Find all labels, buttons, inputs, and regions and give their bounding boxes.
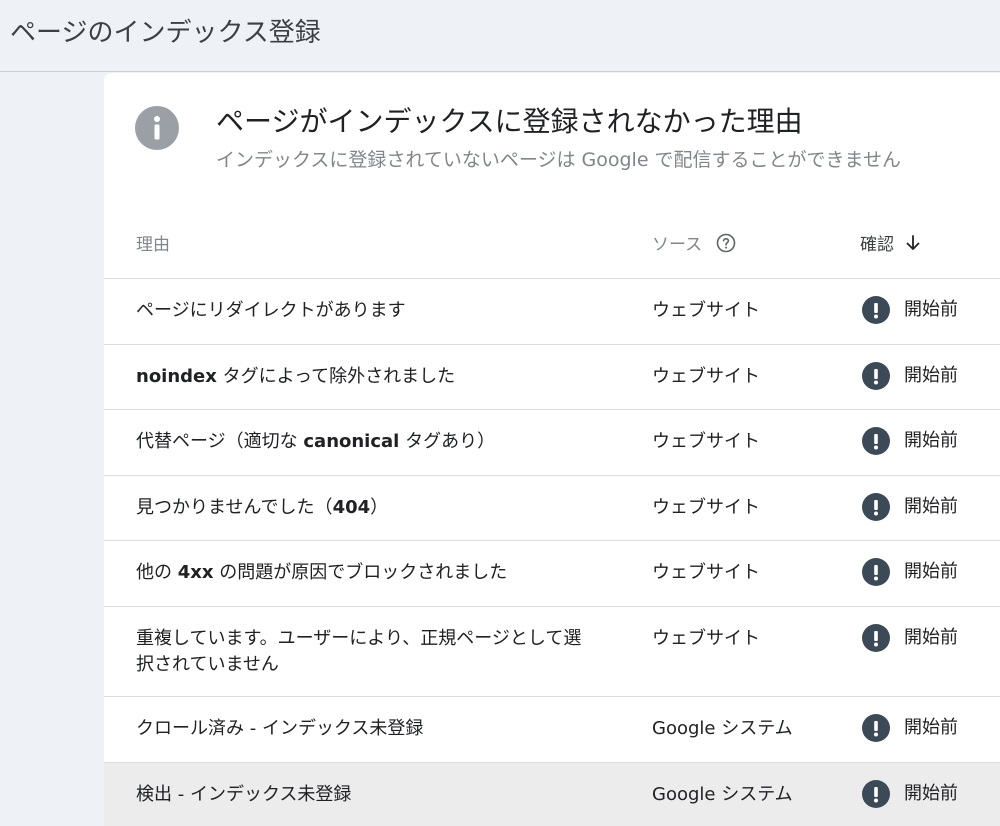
reason-text: タグによって除外されました (216, 366, 456, 387)
source-cell: ウェブサイト (652, 497, 760, 518)
exclamation-icon (862, 714, 890, 742)
verification-status: 開始前 (862, 624, 958, 652)
reason-cell: noindex タグによって除外されました (136, 364, 596, 390)
exclamation-icon (862, 493, 890, 521)
reason-code-text: 404 (332, 497, 371, 518)
column-header-verification[interactable]: 確認 (860, 230, 922, 255)
reason-code-text: noindex (136, 366, 217, 387)
exclamation-icon (862, 558, 890, 586)
source-cell: Google システム (652, 718, 793, 739)
source-cell: ウェブサイト (652, 562, 760, 583)
verification-status-label: 開始前 (904, 299, 958, 320)
card-title: ページがインデックスに登録されなかった理由 (216, 105, 803, 138)
reason-text: 見つかりませんでした（ (136, 497, 333, 518)
source-cell: ウェブサイト (652, 300, 760, 321)
reason-cell: 代替ページ（適切な canonical タグあり） (136, 429, 596, 455)
column-header-reason[interactable]: 理由 (136, 230, 170, 255)
card-subtitle: インデックスに登録されていないページは Google で配信することができません (216, 149, 901, 171)
reason-text: 代替ページ（適切な (136, 431, 304, 452)
verification-status-label: 開始前 (904, 783, 958, 804)
page-title: ページのインデックス登録 (10, 18, 321, 48)
sort-arrow-down-icon (904, 234, 922, 252)
verification-status: 開始前 (862, 296, 958, 324)
column-header-reason-label: 理由 (136, 235, 170, 255)
reason-text: 検出 - インデックス未登録 (136, 784, 352, 805)
verification-status-label: 開始前 (904, 717, 958, 738)
reason-text: ページにリダイレクトがあります (136, 300, 406, 321)
verification-status: 開始前 (862, 714, 958, 742)
reason-text: 重複しています。ユーザーにより、正規ページとして選択されていません (136, 628, 582, 675)
verification-status: 開始前 (862, 362, 958, 390)
verification-status-label: 開始前 (904, 365, 958, 386)
reason-cell: クロール済み - インデックス未登録 (136, 716, 596, 742)
exclamation-icon (862, 296, 890, 324)
table-row[interactable]: 他の 4xx の問題が原因でブロックされました ウェブサイト 開始前 (104, 541, 1000, 607)
page-header: ページのインデックス登録 (0, 0, 1000, 72)
reason-text: 他の (136, 562, 178, 583)
exclamation-icon (862, 624, 890, 652)
reason-text: クロール済み - インデックス未登録 (136, 718, 424, 739)
reason-code-text: canonical (303, 431, 400, 452)
not-indexed-reasons-card: ページがインデックスに登録されなかった理由 インデックスに登録されていないページ… (104, 73, 1000, 826)
help-icon[interactable] (716, 233, 736, 253)
table-row[interactable]: 代替ページ（適切な canonical タグあり） ウェブサイト 開始前 (104, 410, 1000, 476)
info-icon (135, 106, 179, 150)
exclamation-icon (862, 362, 890, 390)
reason-text: ） (370, 497, 389, 518)
table-row[interactable]: 検出 - インデックス未登録 Google システム 開始前 (104, 763, 1000, 826)
reason-text: の問題が原因でブロックされました (213, 562, 508, 583)
reason-cell: ページにリダイレクトがあります (136, 298, 596, 324)
column-header-source[interactable]: ソース (652, 230, 736, 255)
source-cell: ウェブサイト (652, 628, 760, 649)
column-header-verification-label: 確認 (860, 235, 894, 255)
table-row[interactable]: クロール済み - インデックス未登録 Google システム 開始前 (104, 697, 1000, 763)
exclamation-icon (862, 780, 890, 808)
table-header: 理由 ソース 確認 (104, 207, 1000, 279)
verification-status-label: 開始前 (904, 430, 958, 451)
source-cell: ウェブサイト (652, 366, 760, 387)
reason-cell: 重複しています。ユーザーにより、正規ページとして選択されていません (136, 626, 596, 678)
verification-status-label: 開始前 (904, 496, 958, 517)
table-row[interactable]: 見つかりませんでした（404） ウェブサイト 開始前 (104, 476, 1000, 541)
reason-code-text: 4xx (177, 562, 214, 583)
verification-status: 開始前 (862, 558, 958, 586)
exclamation-icon (862, 427, 890, 455)
table-row[interactable]: ページにリダイレクトがあります ウェブサイト 開始前 (104, 279, 1000, 345)
table-row[interactable]: noindex タグによって除外されました ウェブサイト 開始前 (104, 345, 1000, 410)
reason-text: タグあり） (399, 431, 496, 452)
reason-cell: 検出 - インデックス未登録 (136, 782, 596, 808)
verification-status-label: 開始前 (904, 627, 958, 648)
verification-status: 開始前 (862, 427, 958, 455)
table-row[interactable]: 重複しています。ユーザーにより、正規ページとして選択されていません ウェブサイト 開… (104, 607, 1000, 697)
reason-cell: 見つかりませんでした（404） (136, 495, 596, 521)
reasons-table-body: ページにリダイレクトがあります ウェブサイト 開始前 noindex タグによって除外… (104, 279, 1000, 826)
column-header-source-label: ソース (652, 235, 703, 255)
source-cell: ウェブサイト (652, 431, 760, 452)
reason-cell: 他の 4xx の問題が原因でブロックされました (136, 560, 596, 586)
verification-status: 開始前 (862, 780, 958, 808)
source-cell: Google システム (652, 784, 793, 805)
verification-status-label: 開始前 (904, 561, 958, 582)
verification-status: 開始前 (862, 493, 958, 521)
